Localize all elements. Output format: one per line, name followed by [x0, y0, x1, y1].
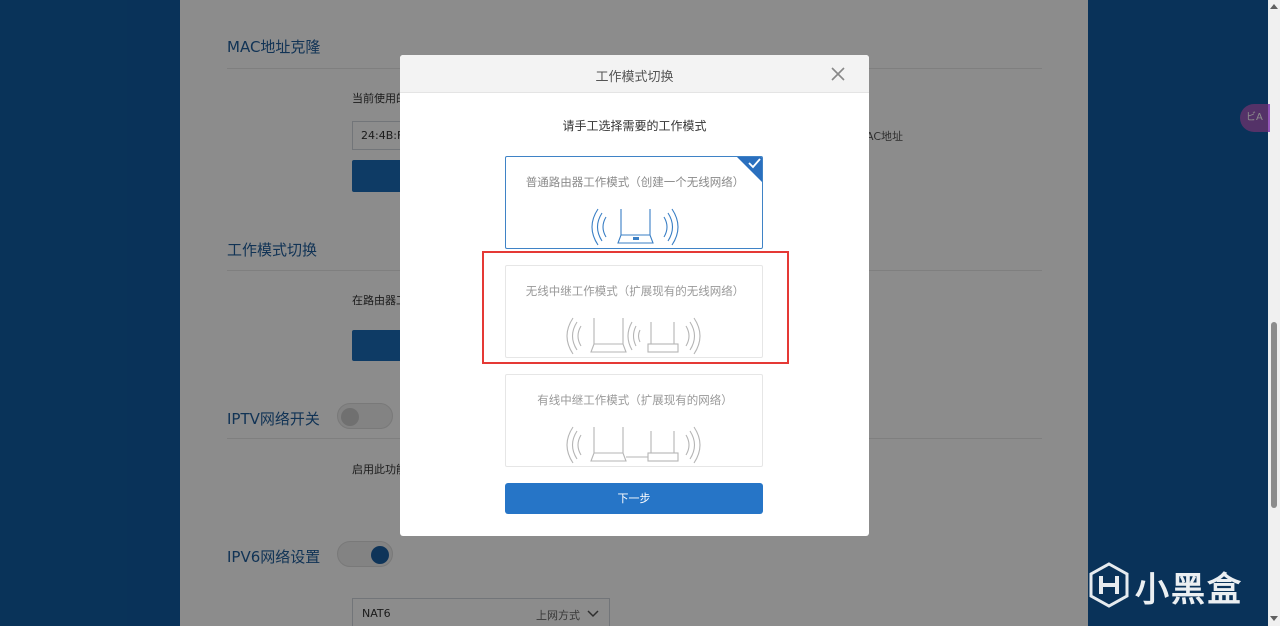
- scroll-up-arrow[interactable]: [1270, 4, 1278, 9]
- page-scrollbar[interactable]: [1268, 0, 1280, 626]
- wired-repeater-icon: [566, 426, 701, 464]
- check-icon: [737, 157, 762, 182]
- close-icon[interactable]: [829, 65, 847, 83]
- scroll-down-arrow[interactable]: [1270, 616, 1278, 621]
- mode-option-label: 普通路由器工作模式（创建一个无线网络）: [525, 175, 745, 189]
- mode-option-wired-repeater[interactable]: 有线中继工作模式（扩展现有的网络）: [505, 374, 763, 467]
- mode-option-router[interactable]: 普通路由器工作模式（创建一个无线网络）: [505, 156, 763, 249]
- router-icon: [591, 208, 679, 246]
- highlight-annotation: [482, 251, 789, 364]
- watermark-text: 小黑盒: [1135, 570, 1243, 610]
- dialog-header: 工作模式切换: [400, 55, 869, 93]
- dialog-title: 工作模式切换: [595, 70, 674, 85]
- watermark-logo-icon: [1089, 562, 1129, 608]
- next-step-button[interactable]: 下一步: [505, 483, 763, 514]
- dialog-subtitle: 请手工选择需要的工作模式: [562, 119, 707, 133]
- watermark: 小黑盒: [1088, 558, 1258, 614]
- scrollbar-thumb[interactable]: [1271, 322, 1277, 508]
- mode-option-label: 有线中继工作模式（扩展现有的网络）: [537, 393, 733, 407]
